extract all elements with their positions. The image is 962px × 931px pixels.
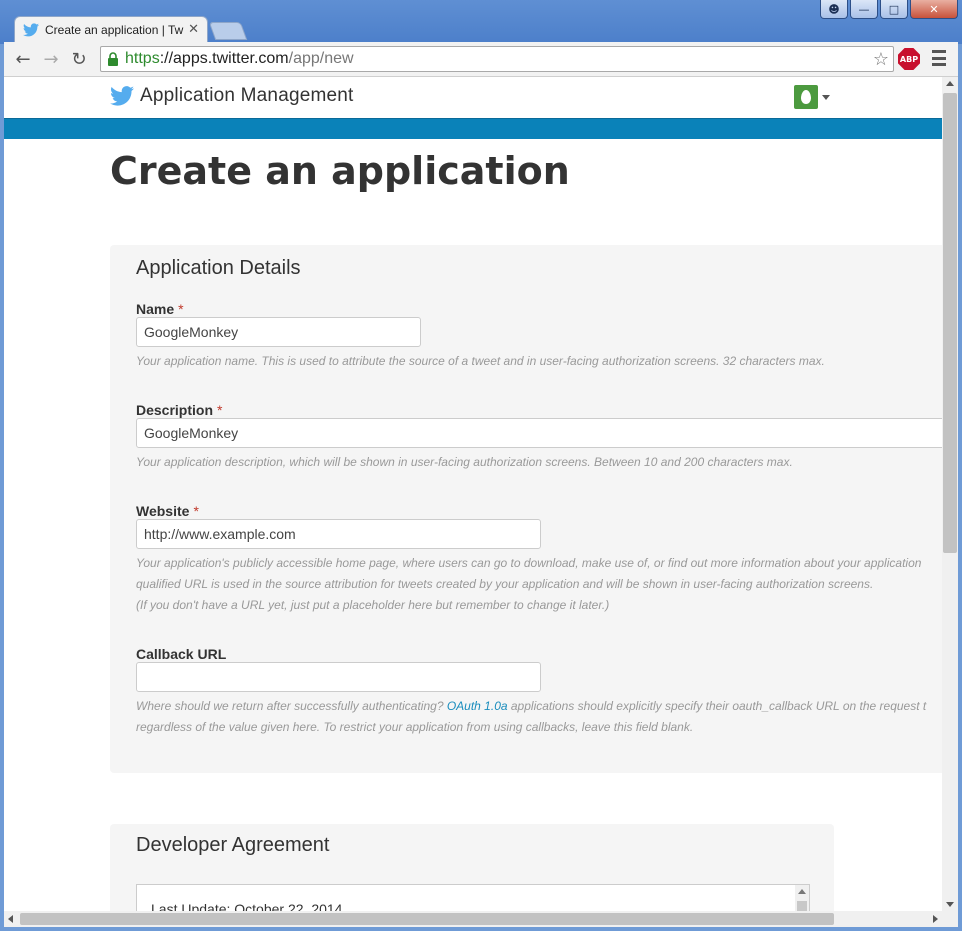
avatar[interactable] xyxy=(794,85,818,109)
scroll-thumb[interactable] xyxy=(943,93,957,553)
required-marker: * xyxy=(193,503,199,519)
callback-label: Callback URL xyxy=(136,646,227,662)
agreement-scrollbar[interactable] xyxy=(795,885,809,911)
window-controls: ☻ — □ ✕ xyxy=(820,0,958,20)
menu-icon[interactable] xyxy=(932,50,946,66)
last-update-text: Last Update: October 22, 2014 xyxy=(151,901,343,911)
website-help-line-3: (If you don't have a URL yet, just put a… xyxy=(136,598,610,612)
callback-help-text: Where should we return after successfull… xyxy=(136,699,447,713)
adblock-icon[interactable]: ABP xyxy=(898,48,920,70)
description-input[interactable]: GoogleMonkey xyxy=(136,418,942,448)
name-help: Your application name. This is used to a… xyxy=(136,354,825,368)
scroll-up-icon[interactable] xyxy=(798,889,806,894)
reload-icon[interactable]: ↻ xyxy=(68,48,90,70)
website-label: Website * xyxy=(136,503,199,519)
horizontal-scrollbar[interactable] xyxy=(4,911,942,927)
maximize-button[interactable]: □ xyxy=(880,0,908,19)
header-accent-bar xyxy=(4,118,942,139)
back-arrow-icon[interactable]: ← xyxy=(12,48,34,70)
scroll-right-icon[interactable] xyxy=(933,915,938,923)
required-marker: * xyxy=(178,301,184,317)
address-bar[interactable]: https://apps.twitter.com/app/new ☆ xyxy=(100,46,894,72)
chevron-down-icon[interactable] xyxy=(822,95,830,100)
tab-close-icon[interactable]: ✕ xyxy=(188,22,199,37)
url-host: ://apps.twitter.com xyxy=(159,50,289,67)
website-label-text: Website xyxy=(136,503,190,519)
user-icon[interactable]: ☻ xyxy=(820,0,848,19)
egg-icon xyxy=(801,90,811,104)
tab-title: Create an application | Twitter xyxy=(45,22,184,37)
agreement-textbox[interactable]: Last Update: October 22, 2014 xyxy=(136,884,810,911)
url-scheme: https xyxy=(125,50,160,67)
forward-arrow-icon[interactable]: → xyxy=(40,48,62,70)
website-help-line-1: Your application's publicly accessible h… xyxy=(136,556,922,570)
page-viewport: Application Management Create an applica… xyxy=(4,77,942,911)
scroll-left-icon[interactable] xyxy=(8,915,13,923)
title-bar: ☻ — □ ✕ Create an application | Twitter … xyxy=(0,0,962,44)
section-title: Application Details xyxy=(136,257,301,279)
url-path: /app/new xyxy=(288,50,354,67)
description-help: Your application description, which will… xyxy=(136,455,793,469)
minimize-button[interactable]: — xyxy=(850,0,878,19)
page-title: Create an application xyxy=(110,149,570,193)
close-window-button[interactable]: ✕ xyxy=(910,0,958,19)
twitter-bird-icon xyxy=(23,22,39,36)
lock-icon xyxy=(108,52,118,66)
callback-help-line-1: Where should we return after successfull… xyxy=(136,696,942,717)
section-title: Developer Agreement xyxy=(136,834,330,856)
vertical-scrollbar[interactable] xyxy=(942,77,958,911)
url-text: https://apps.twitter.com/app/new xyxy=(125,50,354,68)
bookmark-star-icon[interactable]: ☆ xyxy=(873,49,889,70)
oauth-link[interactable]: OAuth 1.0a xyxy=(447,699,508,713)
twitter-bird-icon xyxy=(110,86,134,106)
brand-title: Application Management xyxy=(140,85,354,106)
browser-toolbar: ← → ↻ https://apps.twitter.com/app/new ☆… xyxy=(4,42,958,77)
description-label-text: Description xyxy=(136,402,214,418)
callback-help-text-cont: applications should explicitly specify t… xyxy=(507,699,927,713)
name-label: Name * xyxy=(136,301,184,317)
developer-agreement-panel: Developer Agreement Last Update: October… xyxy=(110,824,834,911)
website-input[interactable]: http://www.example.com xyxy=(136,519,541,549)
name-label-text: Name xyxy=(136,301,175,317)
scroll-thumb[interactable] xyxy=(20,913,834,925)
brand[interactable]: Application Management xyxy=(110,85,354,107)
website-help-line-2: qualified URL is used in the source attr… xyxy=(136,577,874,591)
callback-url-input[interactable] xyxy=(136,662,541,692)
scroll-thumb[interactable] xyxy=(797,901,807,911)
required-marker: * xyxy=(217,402,223,418)
app-header: Application Management xyxy=(4,77,942,117)
name-input[interactable]: GoogleMonkey xyxy=(136,317,421,347)
scroll-down-icon[interactable] xyxy=(946,902,954,907)
callback-help-line-2: regardless of the value given here. To r… xyxy=(136,720,694,734)
browser-tab[interactable]: Create an application | Twitter ✕ xyxy=(14,16,208,42)
application-details-panel: Application Details Name * GoogleMonkey Y… xyxy=(110,245,942,773)
scrollbar-corner xyxy=(942,911,958,927)
description-label: Description * xyxy=(136,402,222,418)
scroll-up-icon[interactable] xyxy=(946,81,954,86)
new-tab-button[interactable] xyxy=(208,22,248,40)
